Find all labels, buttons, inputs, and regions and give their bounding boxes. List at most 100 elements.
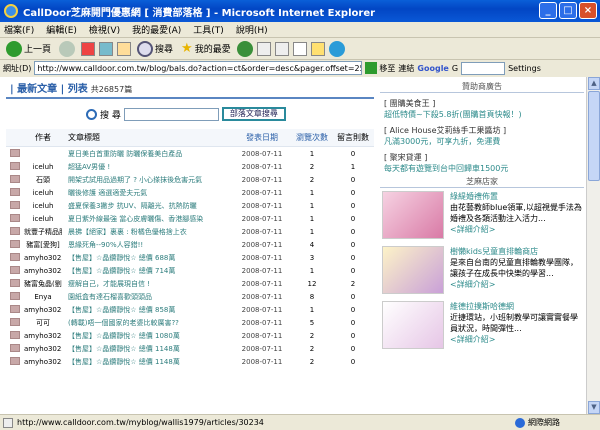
row-author[interactable]: amyho30230 xyxy=(24,345,62,353)
row-title-link[interactable]: 曬後修護 適選適愛夫元氣 xyxy=(62,188,232,198)
row-author[interactable]: 豬富[愛狗] xyxy=(24,240,62,250)
row-author[interactable]: amyho30230 xyxy=(24,267,62,275)
favorites-button[interactable]: ★ 我的最愛 xyxy=(179,40,233,58)
row-date: 2008-07-11 xyxy=(241,227,283,236)
row-title-link[interactable]: 恩緣死角--90%人容錯!! xyxy=(62,240,232,250)
store-image[interactable] xyxy=(382,246,444,294)
menu-file[interactable]: 檔案(F) xyxy=(4,23,34,36)
page-viewport: | 最新文章 | 列表 共26857篇 搜 尋 部落文章搜尋 作者 文章標題 發… xyxy=(0,77,586,414)
store-image[interactable] xyxy=(382,301,444,349)
status-url: http://www.calldoor.com.tw/myblog/wallis… xyxy=(17,418,264,427)
row-author[interactable]: iceluh xyxy=(24,202,62,210)
store-more-link[interactable]: <詳細介紹> xyxy=(450,224,584,235)
row-title-link[interactable]: 晨拂【絕家】裏裏 : 粉橘色優格捨上衣 xyxy=(62,227,232,237)
store-name[interactable]: 樹懶kids兒童直排輪商店 xyxy=(450,246,584,257)
ad-link[interactable]: 凡滿3000元，可享九折，免運費 xyxy=(384,136,584,147)
links-label[interactable]: 連結 xyxy=(398,63,414,74)
menu-favorites[interactable]: 我的最愛(A) xyxy=(132,23,181,36)
row-title-link[interactable]: 夏日美白首重防曬 防曬保養美白產品 xyxy=(62,149,232,159)
ad-item: [ 團購美食王 ] 超低特價~下殺5.8折(團購首頁快報！) xyxy=(380,98,584,120)
row-author[interactable]: iceluh xyxy=(24,215,62,223)
row-author[interactable]: 豬富兔晶(劉小姐) xyxy=(24,279,62,289)
menu-view[interactable]: 檢視(V) xyxy=(89,23,120,36)
scroll-thumb[interactable] xyxy=(588,91,600,181)
row-views: 2 xyxy=(309,175,315,184)
settings-button[interactable]: Settings xyxy=(508,64,541,73)
store-more-link[interactable]: <詳細介紹> xyxy=(450,279,584,290)
menu-edit[interactable]: 編輯(E) xyxy=(46,23,77,36)
minimize-button[interactable]: _ xyxy=(539,2,557,19)
maximize-button[interactable]: □ xyxy=(559,2,577,19)
row-title-link[interactable]: 【售屋】☆晶鑽靜悅☆ 總價 714萬 xyxy=(62,266,232,276)
row-title-link[interactable]: 超猛AV男優 ! xyxy=(62,162,232,172)
refresh-icon[interactable] xyxy=(99,41,114,56)
close-button[interactable]: × xyxy=(579,2,597,19)
menu-help[interactable]: 說明(H) xyxy=(236,23,268,36)
article-search-input[interactable] xyxy=(123,107,219,121)
address-input[interactable]: http://www.calldoor.com.tw/blog/bals.do?… xyxy=(34,61,363,75)
store-image[interactable] xyxy=(382,191,444,239)
messenger-icon[interactable] xyxy=(328,40,345,57)
google-search-input[interactable] xyxy=(461,61,506,75)
home-icon[interactable] xyxy=(117,41,132,56)
row-title-link[interactable]: 【售屋】☆晶鑽靜悅☆ 總價 858萬 xyxy=(62,305,232,315)
article-count: 共26857篇 xyxy=(90,85,133,94)
row-author[interactable]: iceluh xyxy=(24,189,62,197)
row-author[interactable]: amyho30230 xyxy=(24,306,62,314)
avatar xyxy=(6,343,24,354)
row-title-link[interactable]: 盛夏保養3撇步 抗UV、隔離光、抗熱防曬 xyxy=(62,201,232,211)
article-search-button[interactable]: 部落文章搜尋 xyxy=(221,107,286,121)
col-views[interactable]: 瀏覽次數 xyxy=(292,132,332,143)
table-row: iceluh 超猛AV男優 ! 2008-07-11 2 1 xyxy=(6,160,374,173)
row-author[interactable]: 石頭 xyxy=(24,175,62,185)
row-author[interactable]: Enya xyxy=(24,293,62,301)
row-views: 1 xyxy=(309,214,315,223)
scroll-up-arrow-icon[interactable]: ▲ xyxy=(588,77,600,90)
media-icon[interactable] xyxy=(236,40,253,57)
store-more-link[interactable]: <詳細介紹> xyxy=(450,334,584,345)
edit-icon[interactable] xyxy=(292,41,307,56)
row-title-link[interactable]: 【售屋】☆晶鑽靜悅☆ 總價 1148萬 xyxy=(62,357,232,367)
vertical-scrollbar[interactable]: ▲ ▼ xyxy=(586,77,600,414)
mail-icon[interactable] xyxy=(256,41,271,56)
ad-link[interactable]: 每天都有遊覽到台中回歸車1500元 xyxy=(384,163,584,174)
row-author[interactable]: amyho30230 xyxy=(24,332,62,340)
row-title-link[interactable]: 【售屋】☆晶鑽靜悅☆ 總價 1080萬 xyxy=(62,331,232,341)
avatar xyxy=(6,265,24,276)
row-title-link[interactable]: 開架式試用品過期了 ? 小心搽抹後危害元氣 xyxy=(62,175,232,185)
row-comments: 0 xyxy=(350,149,356,158)
avatar-icon xyxy=(10,330,20,339)
row-title-link[interactable]: (轉載)唔一個國家的老婆比較厲害?? xyxy=(62,318,232,328)
row-comments: 0 xyxy=(350,318,356,327)
go-button[interactable]: 移至 xyxy=(365,62,395,74)
row-title-link[interactable]: 【售屋】☆晶鑽靜悅☆ 總價 1148萬 xyxy=(62,344,232,354)
ad-item: [ 聚宋貸運 ] 每天都有遊覽到台中回歸車1500元 xyxy=(380,152,584,174)
folder-icon[interactable] xyxy=(310,41,325,56)
magnifier-icon xyxy=(86,108,97,120)
row-author[interactable]: 就豐子精品服飾 xyxy=(24,227,62,237)
row-title-link[interactable]: 園紙盒有達石榴喜歡頭頭品 xyxy=(62,292,232,302)
forward-button[interactable] xyxy=(57,40,77,58)
stop-icon[interactable] xyxy=(81,41,96,56)
menu-tools[interactable]: 工具(T) xyxy=(193,23,224,36)
row-author[interactable]: 可可 xyxy=(24,318,62,328)
row-title-link[interactable]: 【售屋】☆晶鑽靜悅☆ 總價 688萬 xyxy=(62,253,232,263)
row-title-link[interactable]: 夏日紫外線最強 當心皮膚曬傷、香港腳感染 xyxy=(62,214,232,224)
print-icon[interactable] xyxy=(274,41,289,56)
store-desc: 由花藝教師blue領軍,以超視覺手法為婚禮及各類活動注入活力... xyxy=(450,203,582,223)
back-button[interactable]: 上一頁 xyxy=(4,40,53,58)
row-comments: 0 xyxy=(350,292,356,301)
col-date[interactable]: 發表日期 xyxy=(232,132,292,143)
ad-link[interactable]: 超低特價~下殺5.8折(團購首頁快報！) xyxy=(384,109,584,120)
store-name[interactable]: 維德拉撲斯哈德網 xyxy=(450,301,584,312)
ad-item: [ Alice House艾莉絲手工果醬坊 ] 凡滿3000元，可享九折，免運費 xyxy=(380,125,584,147)
store-name[interactable]: 綠緹婚禮佈置 xyxy=(450,191,584,202)
row-author[interactable]: amyho30230 xyxy=(24,358,62,366)
scroll-down-arrow-icon[interactable]: ▼ xyxy=(588,401,600,414)
row-author[interactable]: iceluh xyxy=(24,163,62,171)
row-title-link[interactable]: 瘦解自己，才能展現自信 ! xyxy=(62,279,232,289)
search-button[interactable]: 搜尋 xyxy=(135,40,175,58)
row-date: 2008-07-11 xyxy=(241,318,283,327)
row-author[interactable]: amyho30230 xyxy=(24,254,62,262)
search-label: 搜 尋 xyxy=(100,110,121,121)
